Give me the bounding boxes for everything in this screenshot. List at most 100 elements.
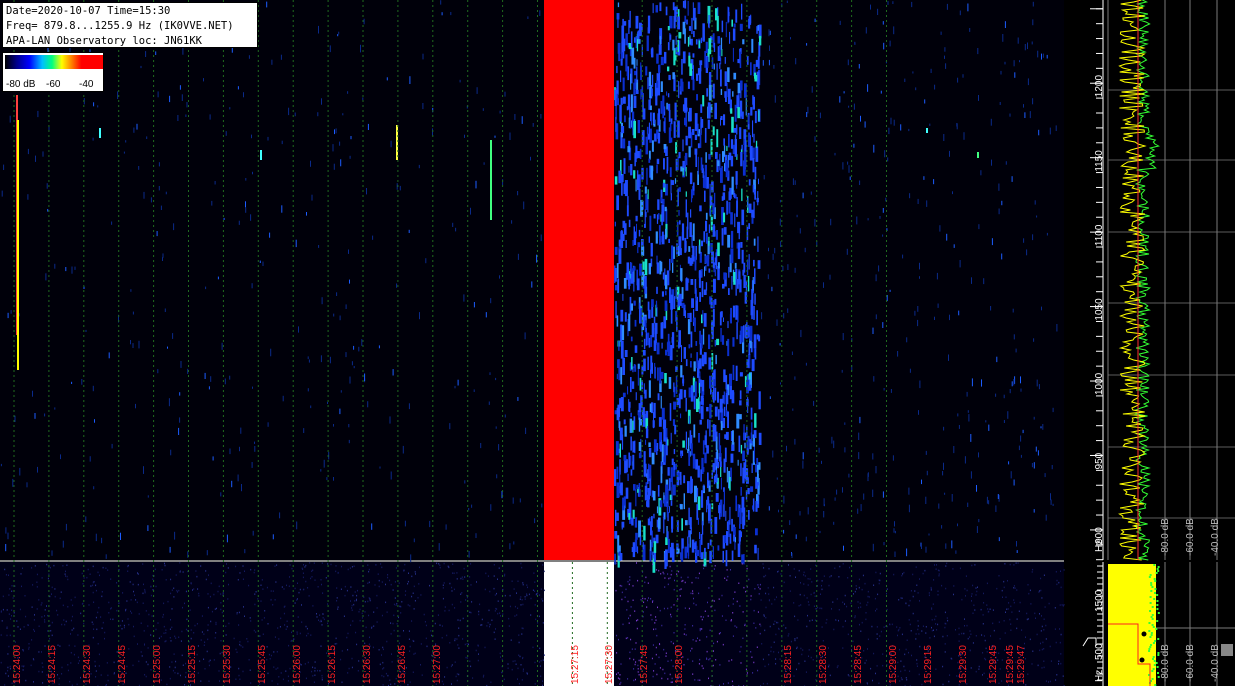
noise-burst: [653, 214, 656, 219]
noise-burst: [651, 299, 654, 307]
noise-burst: [702, 168, 704, 178]
lower-noise-speck: [130, 610, 131, 613]
lower-noise-speck: [95, 676, 97, 678]
lower-noise-speck: [294, 602, 296, 604]
lower-noise-speck: [220, 608, 222, 611]
lower-noise-speck: [819, 607, 821, 609]
noise-speck: [934, 316, 935, 320]
lower-noise-speck: [193, 632, 195, 634]
lower-noise-speck: [883, 626, 885, 628]
noise-burst: [660, 466, 663, 483]
noise-speck: [94, 419, 95, 423]
noise-burst: [695, 152, 697, 167]
lower-noise-speck: [305, 677, 307, 680]
noise-burst: [717, 545, 720, 551]
time-label: 15:25:00: [152, 645, 163, 684]
noise-burst: [656, 80, 659, 88]
time-label: 15:29:45: [988, 645, 999, 684]
lower-noise-speck: [222, 592, 224, 594]
lower-noise-speck: [1041, 648, 1043, 651]
noise-speck: [7, 312, 9, 319]
lower-noise-speck: [150, 594, 152, 597]
lower-noise-speck: [859, 602, 861, 605]
noise-speck: [937, 303, 939, 308]
lower-noise-speck: [394, 581, 396, 583]
lower-noise-speck: [409, 645, 411, 648]
noise-speck: [160, 205, 162, 210]
noise-speck: [211, 200, 213, 206]
lower-noise-speck: [656, 673, 658, 676]
lower-noise-speck: [655, 628, 657, 630]
lower-noise-speck: [1, 620, 3, 622]
lower-noise-speck: [409, 681, 411, 683]
noise-speck: [132, 311, 134, 315]
lower-noise-speck: [783, 624, 785, 626]
noise-burst: [638, 229, 641, 237]
noise-burst: [630, 73, 632, 90]
noise-burst: [723, 369, 726, 383]
lower-noise-speck: [215, 623, 217, 626]
noise-speck: [957, 523, 958, 527]
noise-speck: [320, 469, 322, 472]
noise-speck: [1007, 411, 1009, 419]
noise-speck: [990, 118, 992, 126]
lower-noise-speck: [144, 674, 146, 676]
lower-noise-speck: [642, 611, 644, 613]
noise-speck: [252, 530, 254, 536]
noise-burst: [679, 248, 682, 256]
noise-burst: [698, 270, 701, 288]
noise-burst: [656, 307, 658, 317]
noise-burst: [713, 475, 716, 485]
lower-noise-speck: [969, 636, 971, 638]
lower-noise-speck: [936, 629, 938, 631]
noise-burst: [756, 26, 758, 34]
lower-noise-speck: [192, 589, 193, 591]
noise-burst: [665, 290, 667, 296]
lower-noise-speck: [533, 572, 535, 574]
lower-noise-speck: [322, 613, 324, 615]
noise-speck: [893, 119, 895, 126]
lower-noise-speck: [14, 641, 16, 643]
noise-speck: [859, 180, 861, 185]
lower-noise-speck: [543, 570, 545, 573]
lower-noise-speck: [311, 570, 313, 572]
lower-noise-speck: [274, 599, 276, 601]
lower-noise-speck: [53, 564, 55, 567]
lower-noise-speck: [829, 576, 831, 578]
noise-speck: [37, 466, 38, 473]
lower-noise-speck: [301, 604, 302, 606]
lower-noise-speck: [617, 677, 619, 679]
lower-noise-speck: [935, 623, 937, 625]
lower-spectrum-edge: [1156, 608, 1159, 610]
lower-noise-speck: [216, 607, 217, 610]
noise-burst: [706, 499, 708, 513]
noise-burst: [632, 240, 634, 246]
lower-noise-speck: [209, 659, 211, 662]
lower-noise-speck: [508, 625, 510, 627]
lower-noise-speck: [500, 615, 501, 617]
noise-speck: [844, 422, 846, 425]
noise-speck: [1055, 125, 1057, 131]
lower-noise-speck: [206, 650, 208, 653]
noise-speck: [846, 248, 848, 255]
noise-burst: [684, 546, 688, 559]
lower-noise-speck: [220, 602, 222, 604]
noise-speck: [967, 3, 969, 12]
noise-speck: [512, 497, 514, 504]
lower-noise-speck: [57, 614, 59, 616]
noise-burst: [759, 35, 762, 46]
noise-burst: [649, 549, 652, 562]
lower-noise-speck: [961, 598, 963, 601]
lower-noise-speck: [185, 628, 187, 631]
noise-burst: [732, 337, 735, 347]
lower-noise-speck: [317, 586, 319, 588]
lower-noise-speck: [1027, 584, 1029, 586]
lower-noise-speck: [143, 630, 145, 632]
lower-noise-speck: [619, 584, 621, 587]
noise-speck: [883, 542, 885, 546]
lower-noise-speck: [460, 601, 462, 603]
lower-noise-speck: [539, 665, 541, 667]
noise-speck: [225, 131, 227, 136]
lower-noise-speck: [810, 568, 812, 570]
lower-noise-speck: [934, 564, 935, 566]
